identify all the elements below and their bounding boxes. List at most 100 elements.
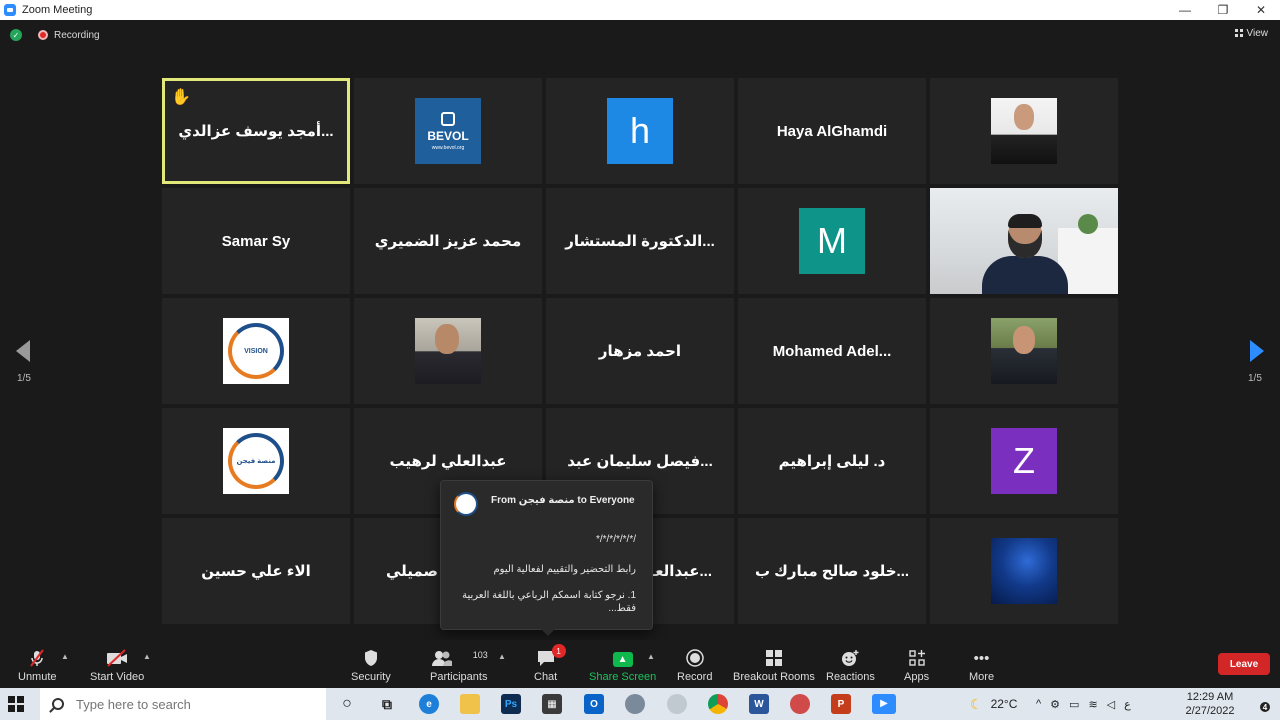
powerpoint-icon[interactable]: P [831, 694, 851, 714]
share-options-caret-icon[interactable]: ▲ [647, 652, 655, 661]
participant-tile[interactable]: منصة فيجن [162, 408, 350, 514]
taskbar-search-box[interactable] [40, 688, 326, 720]
chat-button[interactable]: 1 Chat [534, 640, 566, 688]
zoom-logo-icon [4, 4, 16, 16]
volume-icon[interactable]: ◁ [1107, 698, 1115, 711]
participant-tile[interactable]: الاء علي حسين [162, 518, 350, 624]
photoshop-icon[interactable]: Ps [501, 694, 521, 714]
photo-head [435, 324, 459, 354]
notification-center-icon[interactable]: 4 [1246, 694, 1270, 714]
leave-button[interactable]: Leave [1218, 653, 1270, 675]
start-video-button[interactable]: Start Video [90, 640, 144, 688]
participant-tile[interactable]: محمد عزيز الضميري [354, 188, 542, 294]
participant-tile[interactable]: BEVOL www.bevol.org [354, 78, 542, 184]
participant-name: محمد عزيز الضميري [374, 233, 522, 250]
participant-tile[interactable]: خلود صالح مبارك ب... [738, 518, 926, 624]
participant-name: الدكتورة المستشار... [565, 233, 715, 250]
audio-options-caret-icon[interactable]: ▲ [61, 652, 69, 661]
participant-tile[interactable]: د. ليلى إبراهيم [738, 408, 926, 514]
reactions-button[interactable]: Reactions [826, 640, 875, 688]
minimize-button[interactable]: — [1166, 0, 1204, 20]
previous-page-arrow-icon[interactable] [16, 340, 30, 362]
participant-tile[interactable] [354, 298, 542, 404]
task-view-icon[interactable]: ⧉ [377, 694, 397, 714]
breakout-rooms-label: Breakout Rooms [733, 671, 815, 683]
view-button[interactable]: View [1234, 28, 1268, 39]
breakout-rooms-button[interactable]: Breakout Rooms [733, 640, 815, 688]
participants-caret-icon[interactable]: ▲ [498, 652, 506, 661]
outlook-icon[interactable]: O [584, 694, 604, 714]
file-explorer-icon[interactable] [460, 694, 480, 714]
chat-notification-popup[interactable]: From منصة فيجن to Everyone /*/*/*/*/*/* … [440, 480, 653, 636]
bevol-logo: BEVOL www.bevol.org [415, 98, 481, 164]
apps-label: Apps [904, 671, 930, 683]
chat-badge: 1 [551, 644, 566, 658]
photo-head [1013, 326, 1035, 354]
participant-tile[interactable] [930, 518, 1118, 624]
participant-video [930, 188, 1118, 294]
taskbar-clock[interactable]: 12:29 AM 2/27/2022 [1182, 690, 1238, 718]
close-button[interactable]: ✕ [1242, 0, 1280, 20]
security-shield-icon[interactable]: ✓ [10, 29, 22, 41]
weather-widget[interactable]: ☾ 22°C [970, 688, 1017, 720]
edge-browser-icon[interactable]: e [419, 694, 439, 714]
participant-tile[interactable]: VISION [162, 298, 350, 404]
participant-tile[interactable]: Haya AlGhamdi [738, 78, 926, 184]
zoom-taskbar-icon[interactable]: ▶ [872, 694, 896, 714]
app-icon-2[interactable] [667, 694, 687, 714]
participant-tile[interactable]: M [738, 188, 926, 294]
participant-tile[interactable]: Samar Sy [162, 188, 350, 294]
participant-tile[interactable]: Z [930, 408, 1118, 514]
participant-tile[interactable] [930, 78, 1118, 184]
background-plant [1078, 214, 1098, 234]
next-page-arrow-icon[interactable] [1250, 340, 1264, 362]
participant-profile-photo [991, 538, 1057, 604]
clock-date: 2/27/2022 [1185, 705, 1235, 717]
participants-button[interactable]: 103 Participants [430, 640, 488, 688]
participant-tile[interactable]: الدكتورة المستشار... [546, 188, 734, 294]
participant-tile[interactable]: ✋ أمجد يوسف عزالدي... [162, 78, 350, 184]
participant-name: الاء علي حسين [201, 563, 311, 580]
participant-name: خلود صالح مبارك ب... [754, 563, 910, 580]
app-icon-1[interactable] [625, 694, 645, 714]
bevol-url: www.bevol.org [431, 144, 465, 151]
vision-ring-icon: VISION [228, 323, 284, 379]
participant-tile[interactable]: h [546, 78, 734, 184]
tray-expand-icon[interactable]: ^ [1036, 698, 1041, 710]
participant-profile-photo [991, 98, 1057, 164]
participant-avatar: Z [991, 428, 1057, 494]
windows-start-icon[interactable] [8, 696, 24, 712]
chrome-icon[interactable] [708, 694, 728, 714]
more-button[interactable]: ••• More [969, 640, 994, 688]
weather-temp: 22°C [990, 697, 1018, 711]
security-button[interactable]: Security [351, 640, 391, 688]
taskbar-search-input[interactable] [76, 696, 306, 712]
cortana-icon[interactable]: ○ [337, 694, 357, 714]
microsoft-store-icon[interactable]: ▦ [542, 694, 562, 714]
participant-tile[interactable] [930, 188, 1118, 294]
apps-button[interactable]: Apps [904, 640, 929, 688]
battery-icon[interactable]: ▭ [1069, 698, 1079, 711]
share-screen-button[interactable]: ▲ Share Screen [589, 640, 656, 688]
video-options-caret-icon[interactable]: ▲ [143, 652, 151, 661]
window-title: Zoom Meeting [22, 4, 93, 16]
vision-logo: منصة فيجن [223, 428, 289, 494]
app-icon-3[interactable] [790, 694, 810, 714]
start-video-label: Start Video [90, 671, 145, 683]
apps-icon [906, 649, 928, 667]
windows-taskbar: ○ ⧉ e Ps ▦ O W P ▶ ☾ 22°C ^ ⚙ ▭ ≋ ◁ ع 12… [0, 688, 1280, 720]
participants-label: Participants [430, 671, 488, 683]
system-tray: ^ ⚙ ▭ ≋ ◁ ع [1036, 688, 1131, 720]
network-icon[interactable]: ⚙ [1050, 698, 1060, 711]
share-screen-label: Share Screen [589, 671, 657, 683]
record-button[interactable]: Record [677, 640, 712, 688]
maximize-button[interactable]: ❐ [1204, 0, 1242, 20]
wifi-icon[interactable]: ≋ [1088, 698, 1097, 711]
participant-tile[interactable]: احمد مزهار [546, 298, 734, 404]
unmute-button[interactable]: Unmute [18, 640, 57, 688]
participant-tile[interactable] [930, 298, 1118, 404]
smiley-icon [839, 649, 861, 667]
word-icon[interactable]: W [749, 694, 769, 714]
participant-tile[interactable]: Mohamed Adel... [738, 298, 926, 404]
input-language[interactable]: ع [1124, 698, 1131, 711]
